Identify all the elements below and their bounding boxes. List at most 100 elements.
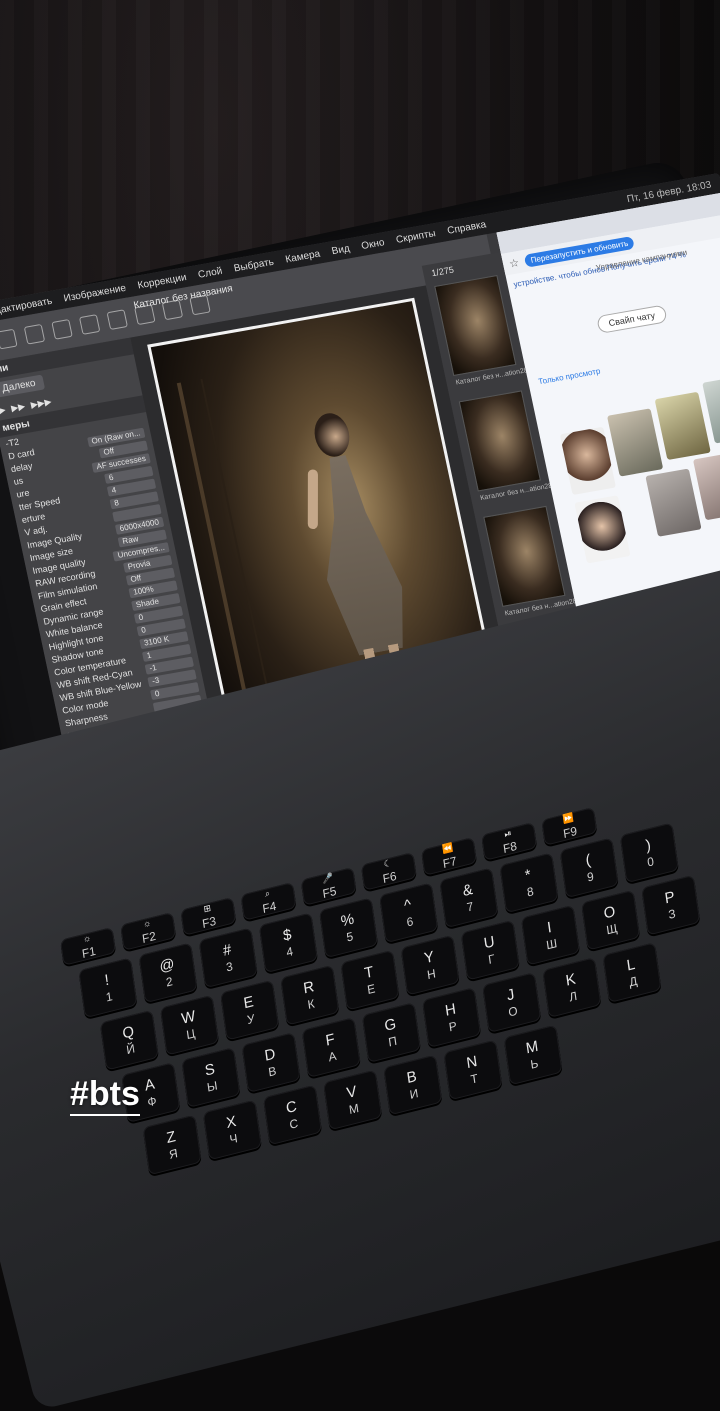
key-primary-label: ⏯	[503, 827, 513, 840]
key-secondary-label: Н	[426, 966, 437, 983]
filmstrip-thumbnail[interactable]: Каталог без н...ation28684.raf	[458, 390, 574, 502]
keyboard-key[interactable]: LД	[602, 942, 662, 1004]
key-primary-label: ⏩	[562, 812, 575, 825]
key-primary-label: F	[324, 1030, 336, 1050]
filmstrip-thumbnail[interactable]: Каталог без н...ation28683.raf	[434, 274, 550, 387]
keyboard-key[interactable]: EУ	[220, 979, 280, 1041]
key-secondary-label: F6	[381, 868, 398, 887]
key-primary-label: A	[143, 1075, 156, 1095]
keyboard-key[interactable]: HР	[421, 987, 482, 1049]
key-secondary-label: П	[387, 1033, 398, 1050]
keyboard-key[interactable]: (9	[559, 837, 619, 899]
menu-item[interactable]: Слой	[197, 265, 223, 280]
keyboard-key[interactable]: YН	[400, 934, 460, 996]
keyboard-key[interactable]: UГ	[460, 919, 520, 981]
key-primary-label: V	[345, 1082, 358, 1103]
keyboard-key[interactable]: IШ	[520, 904, 580, 966]
fastest-forward-icon[interactable]: ▶▶▶	[30, 396, 53, 410]
result-image[interactable]	[574, 495, 631, 564]
menu-item[interactable]: Камера	[284, 248, 321, 265]
keyboard-key[interactable]: ^ 6	[379, 882, 439, 944]
keyboard-key[interactable]: ) 0	[619, 822, 679, 884]
key-secondary-label: М	[348, 1100, 360, 1118]
keyboard-key[interactable]: @2	[138, 942, 198, 1004]
keyboard-key[interactable]: TЕ	[340, 949, 400, 1011]
key-primary-label: )	[644, 836, 652, 855]
keyboard-key[interactable]: % 5	[318, 897, 379, 959]
chat-button[interactable]: Свайп чату	[596, 304, 668, 334]
preview-only-label: Только просмотр	[537, 366, 602, 387]
keyboard-key[interactable]: NТ	[443, 1039, 503, 1101]
keyboard-key[interactable]: MЬ	[503, 1024, 563, 1086]
keyboard-key[interactable]: KЛ	[542, 957, 602, 1019]
menu-item[interactable]: Справка	[446, 219, 487, 237]
keyboard-key[interactable]: & 7	[439, 867, 499, 929]
bookmark-star-icon[interactable]: ☆	[508, 256, 520, 270]
key-primary-label: L	[625, 955, 637, 975]
key-primary-label: ☾	[383, 857, 393, 870]
keyboard-key[interactable]: BИ	[383, 1054, 443, 1116]
key-primary-label: @	[158, 955, 176, 976]
key-primary-label: G	[383, 1015, 398, 1035]
redo-icon[interactable]	[23, 323, 46, 345]
key-primary-label: W	[180, 1007, 197, 1028]
result-image[interactable]	[645, 468, 702, 537]
play-icon[interactable]: ▶	[0, 404, 7, 416]
key-primary-label: ⌕	[264, 887, 271, 900]
crop-icon[interactable]	[106, 309, 128, 330]
key-primary-label: &	[461, 880, 474, 901]
key-primary-label: N	[465, 1052, 479, 1073]
key-primary-label: H	[444, 1000, 457, 1020]
keyboard-key[interactable]: ZЯ	[142, 1114, 202, 1176]
keyboard-key[interactable]: $4	[258, 912, 318, 974]
keyboard-key[interactable]: PЗ	[641, 874, 701, 936]
result-image[interactable]	[606, 408, 664, 477]
keyboard-key[interactable]: * 8	[499, 852, 559, 914]
keyboard-key[interactable]: QЙ	[99, 1009, 159, 1071]
key-secondary-label: Ф	[146, 1093, 158, 1110]
camera-model: -T2	[4, 436, 20, 449]
lasso-icon[interactable]	[78, 314, 101, 335]
keyboard-key[interactable]: VМ	[323, 1069, 383, 1131]
key-secondary-label: К	[306, 996, 316, 1012]
undo-icon[interactable]	[0, 328, 18, 350]
result-image[interactable]	[654, 391, 711, 461]
keyboard-key[interactable]: CС	[262, 1084, 323, 1146]
key-primary-label: E	[242, 993, 255, 1013]
key-secondary-label: Ь	[529, 1055, 540, 1072]
key-primary-label: K	[564, 970, 577, 990]
key-primary-label: X	[225, 1112, 238, 1133]
key-secondary-label: 4	[285, 944, 294, 960]
key-primary-label: M	[524, 1037, 540, 1058]
menu-item[interactable]: Скрипты	[395, 228, 437, 246]
keyboard-key[interactable]: ! 1	[78, 957, 138, 1019]
keyboard-key[interactable]: SЫ	[181, 1047, 241, 1109]
key-secondary-label: 6	[405, 914, 415, 930]
keyboard-key[interactable]: FА	[301, 1017, 361, 1079]
menu-item[interactable]: Вид	[331, 243, 351, 257]
key-primary-label: U	[482, 932, 496, 953]
keyboard-key[interactable]: XЧ	[202, 1099, 262, 1161]
key-secondary-label: 0	[646, 854, 655, 870]
key-primary-label: Z	[165, 1127, 177, 1148]
menu-item[interactable]: Окно	[360, 237, 385, 252]
menu-item[interactable]: Выбрать	[233, 256, 275, 274]
keyboard-key[interactable]: GП	[361, 1002, 421, 1064]
result-image[interactable]	[559, 426, 617, 496]
filmstrip-thumbnail[interactable]: Каталог без н...ation28685.raf	[483, 505, 599, 617]
key-primary-label: $	[282, 925, 293, 945]
keyboard-key[interactable]: JО	[482, 972, 542, 1034]
key-primary-label: R	[302, 977, 316, 998]
keyboard-key[interactable]: WЦ	[159, 994, 220, 1056]
keyboard-key[interactable]: #3	[198, 927, 258, 989]
key-secondary-label: 5	[345, 929, 355, 945]
keyboard-key[interactable]: DВ	[241, 1032, 301, 1094]
keyboard-key[interactable]: RК	[280, 964, 340, 1026]
key-secondary-label: F8	[502, 838, 518, 857]
fast-forward-icon[interactable]: ▶▶	[10, 401, 26, 414]
keyboard-key[interactable]: OЩ	[581, 889, 641, 951]
key-primary-label: Y	[423, 948, 436, 968]
key-secondary-label: О	[507, 1003, 519, 1020]
brush-icon[interactable]	[51, 318, 73, 340]
key-primary-label: #	[221, 940, 233, 960]
